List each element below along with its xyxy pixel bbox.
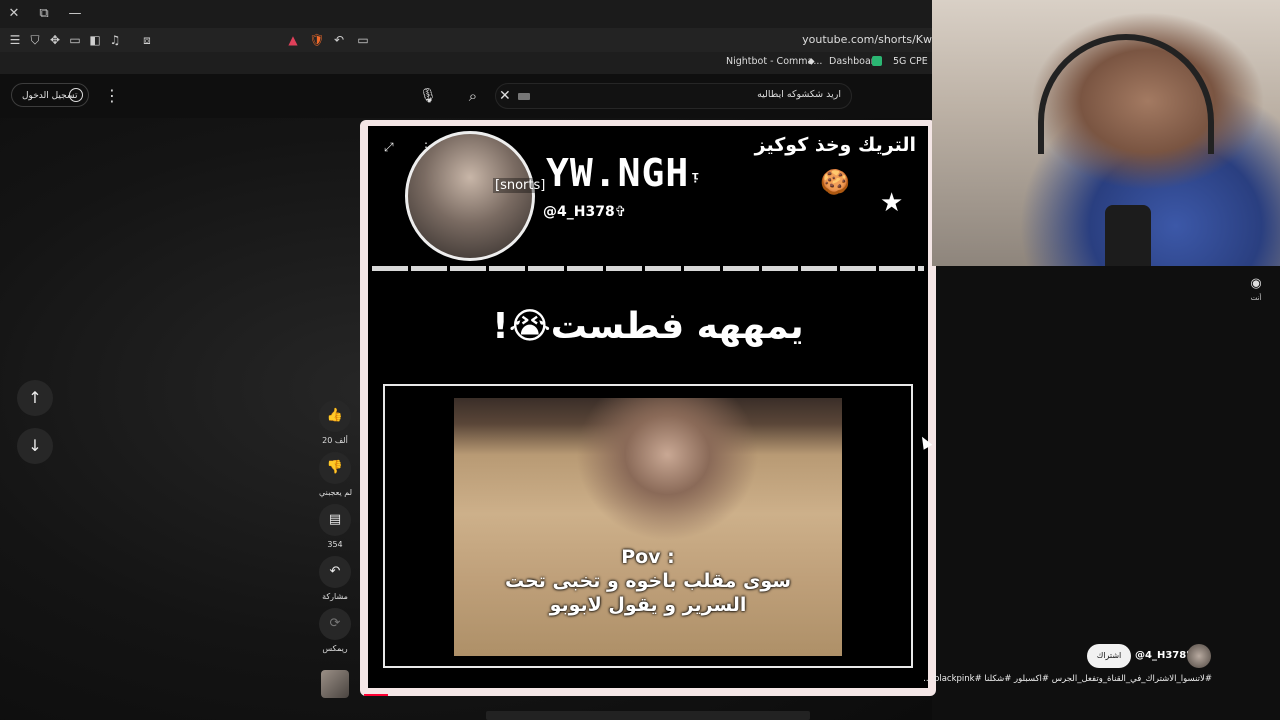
account-icon (69, 88, 83, 102)
cast-icon[interactable]: ▭ (354, 31, 372, 49)
dislike-icon[interactable]: 👎 (319, 452, 351, 484)
pov-caption: Pov : سوى مقلب باخوه و تخبى تحت السرير و… (454, 546, 842, 616)
brave-rewards-icon[interactable]: ▲ (284, 31, 302, 49)
share-label: مشاركة (322, 592, 348, 601)
clear-search-icon[interactable]: ✕ (499, 88, 511, 104)
comments-action[interactable]: ▤ 354 (319, 504, 351, 549)
channel-avatar[interactable] (1187, 644, 1211, 668)
star-icon: ★ (880, 188, 904, 218)
channel-name[interactable]: @4_H378؟ (1135, 650, 1192, 661)
short-video: ⤢ ⋮ CC [snorts] YW.NGHᵎ @4_H378✞ التريك … (368, 126, 928, 688)
sound-thumbnail[interactable] (321, 670, 349, 698)
back-icon[interactable]: ↶ (330, 31, 348, 49)
bookmark-dashboard-icon[interactable] (872, 56, 885, 68)
bookmark-5gcpe[interactable]: 5G CPE (893, 56, 928, 67)
menu-icon[interactable]: ☰ (6, 31, 24, 49)
remix-action[interactable]: ⟳ ريمكس (319, 608, 351, 653)
snorts-label: [snorts] (493, 178, 548, 193)
minimize-window-icon[interactable]: — (65, 4, 85, 24)
profile-picture (405, 131, 535, 261)
browser-toolbar: ☰ ⛉ ✥ ▭ ◧ ♫ ⧈ ▲ 🛡 ↶ ▭ youtube.com/shorts… (0, 28, 932, 52)
sidebar-icon[interactable]: ◧ (86, 31, 104, 49)
search-input[interactable]: ✕ اريد شكشوكه ايطاليه (495, 83, 852, 109)
voice-search-icon[interactable]: 🎙 (414, 83, 442, 109)
video-description[interactable]: #لاتنسوا_الاشتراك_في_القناة_وتفعل_الجرس … (923, 674, 1212, 684)
brave-shield-icon[interactable]: 🛡 (308, 31, 326, 49)
dislike-action[interactable]: 👎 لم يعجبني (319, 452, 353, 497)
meme-photo (454, 398, 842, 656)
you-label[interactable]: أنت (1247, 294, 1265, 302)
more-options-icon[interactable]: ⋮ (104, 86, 120, 106)
search-query: اريد شكشوكه ايطاليه (757, 89, 841, 100)
divider (372, 266, 924, 271)
bottom-scroll-bar (486, 711, 810, 720)
pov-line-3: السرير و يقول لابوبو (549, 594, 747, 616)
comment-icon[interactable]: ▤ (319, 504, 351, 536)
share-icon[interactable]: ↶ (319, 556, 351, 588)
signin-button[interactable]: تسجيل الدخول (11, 83, 89, 107)
address-bar[interactable]: youtube.com/shorts/Kw (802, 33, 932, 46)
pov-line-1: Pov : (621, 546, 675, 568)
you-icon[interactable]: ◉ (1247, 276, 1265, 291)
comments-count: 354 (327, 540, 343, 549)
browser-titlebar: ✕ ⧉ — (0, 0, 932, 28)
microphone-shape (1105, 205, 1151, 266)
like-count: 20 ألف (322, 436, 348, 445)
shield-icon[interactable]: ⛉ (26, 31, 44, 49)
expand-icon[interactable]: ⤢ (384, 140, 394, 155)
previous-short-button[interactable]: ↑ (17, 380, 53, 416)
video-handle: @4_H378✞ (543, 204, 627, 220)
share-action[interactable]: ↶ مشاركة (319, 556, 351, 601)
keyboard-icon[interactable] (518, 93, 530, 100)
video-headline: يمههه فطست😭! (492, 306, 804, 347)
subscribe-button[interactable]: اشتراك (1087, 644, 1131, 668)
bookmarks-bar: Nightbot - Comma... ⬥ Dashboard 5G CPE (0, 52, 932, 74)
search-icon[interactable]: ⌕ (455, 83, 491, 109)
brand-title: YW.NGHᵎ (546, 151, 703, 195)
music-icon[interactable]: ♫ (106, 31, 124, 49)
dislike-label: لم يعجبني (319, 488, 353, 497)
close-window-icon[interactable]: ✕ (4, 4, 24, 24)
progress-bar[interactable] (364, 694, 388, 696)
next-short-button[interactable]: ↓ (17, 428, 53, 464)
bookmark-icon[interactable]: ⬥ (808, 56, 815, 67)
like-icon[interactable]: 👍 (319, 400, 351, 432)
short-player[interactable]: ⤢ ⋮ CC [snorts] YW.NGHᵎ @4_H378✞ التريك … (360, 120, 936, 696)
pov-line-2: سوى مقلب باخوه و تخبى تحت (504, 570, 792, 592)
cookie-emoji: 🍪 (820, 168, 850, 196)
screenshot-icon[interactable]: ⧈ (138, 31, 156, 49)
remix-icon[interactable]: ⟳ (319, 608, 351, 640)
remix-label: ريمكس (322, 644, 348, 653)
like-action[interactable]: 👍 20 ألف (319, 400, 351, 445)
tabs-icon[interactable]: ▭ (66, 31, 84, 49)
top-arabic-text: التريك وخذ كوكيز (754, 134, 916, 156)
extension-icon[interactable]: ✥ (46, 31, 64, 49)
restore-window-icon[interactable]: ⧉ (34, 4, 54, 24)
